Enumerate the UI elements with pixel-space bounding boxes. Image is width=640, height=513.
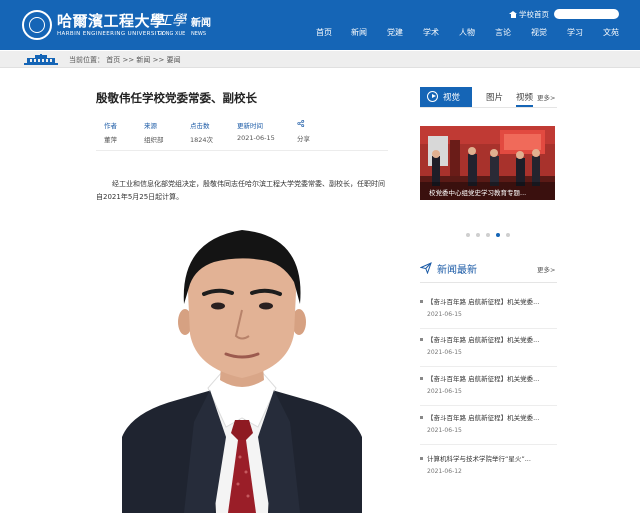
share-button[interactable]: 分享: [297, 120, 310, 143]
meta-updated-value: 2021-06-15: [237, 134, 275, 142]
share-label: 分享: [297, 135, 310, 143]
site-header: 哈爾濱工程大學 HARBIN ENGINEERING UNIVERSITY 工學…: [0, 0, 640, 50]
latest-news-title: 新闻最新: [437, 265, 477, 276]
news-item-title[interactable]: 【奋斗百年路 启航新征程】机关党委...: [427, 373, 552, 383]
news-list-item[interactable]: 【奋斗百年路 启航新征程】机关党委... 2021-06-15: [420, 333, 557, 373]
nav-item-home[interactable]: 首页: [316, 27, 332, 38]
news-en: NEWS: [191, 31, 207, 37]
news-more-link[interactable]: 更多>: [537, 264, 555, 274]
meta-updated: 更新时间 2021-06-15: [237, 120, 275, 142]
news-item-date: 2021-06-15: [427, 427, 462, 434]
carousel-dot[interactable]: [466, 233, 470, 237]
video-caption-text: 校党委中心组党史学习教育专题...: [429, 189, 527, 197]
news-list-item[interactable]: 【奋斗百年路 启航新征程】机关党委... 2021-06-15: [420, 372, 557, 412]
bullet-icon: [420, 416, 423, 419]
news-item-title[interactable]: 计算机科学与技术学院举行“星火”...: [427, 453, 552, 463]
tabs-divider: [420, 107, 557, 108]
meta-author: 作者 董萍: [104, 120, 117, 144]
play-circle-icon: [427, 91, 438, 102]
carousel-dot[interactable]: [476, 233, 480, 237]
share-icon: [297, 120, 305, 127]
meta-clicks: 点击数 1824次: [190, 120, 213, 144]
building-icon: [24, 54, 58, 65]
carousel-dot-active[interactable]: [496, 233, 500, 237]
news-header-divider: [420, 282, 557, 283]
tab-videos[interactable]: 视频: [516, 91, 534, 107]
nav-item-academic[interactable]: 学术: [423, 27, 439, 38]
meta-source: 来源 组织部: [144, 120, 164, 144]
university-name-logo[interactable]: 哈爾濱工程大學: [57, 10, 166, 31]
university-seal-logo[interactable]: [22, 10, 52, 40]
breadcrumb[interactable]: 当前位置： 首页 >> 新闻 >> 要闻: [69, 55, 181, 65]
carousel-dot[interactable]: [506, 233, 510, 237]
gongxue-logo: 工學: [158, 13, 186, 29]
tab-pictures[interactable]: 图片: [486, 91, 503, 103]
news-list-item[interactable]: 【奋斗百年路 启航新征程】机关党委... 2021-06-15: [420, 411, 557, 451]
video-thumbnail[interactable]: 校党委中心组党史学习教育专题...: [420, 126, 555, 200]
nav-item-news[interactable]: 新闻: [351, 27, 367, 38]
university-name-en: HARBIN ENGINEERING UNIVERSITY: [57, 31, 165, 37]
meta-clicks-label: 点击数: [190, 122, 210, 130]
news-item-date: 2021-06-15: [427, 388, 462, 395]
tab-visual-label: 视觉: [443, 93, 461, 103]
media-more-link[interactable]: 更多>: [537, 92, 555, 102]
carousel-dot[interactable]: [486, 233, 490, 237]
search-input[interactable]: [554, 9, 619, 19]
carousel-dots: [466, 233, 516, 238]
bullet-icon: [420, 457, 423, 460]
news-item-title[interactable]: 【奋斗百年路 启航新征程】机关党委...: [427, 334, 552, 344]
bullet-icon: [420, 377, 423, 380]
meta-updated-label: 更新时间: [237, 122, 263, 130]
portrait-photo: [122, 222, 362, 513]
news-item-title[interactable]: 【奋斗百年路 启航新征程】机关党委...: [427, 412, 552, 422]
meta-author-label: 作者: [104, 122, 117, 130]
tab-visual[interactable]: 视觉: [420, 87, 472, 107]
video-caption: 校党委中心组党史学习教育专题...: [420, 182, 555, 200]
news-item-date: 2021-06-15: [427, 349, 462, 356]
nav-item-literature[interactable]: 文苑: [603, 27, 619, 38]
news-list-item[interactable]: 【奋斗百年路 启航新征程】机关党委... 2021-06-15: [420, 295, 557, 335]
article-paragraph: 经工业和信息化部党组决定，殷敬伟同志任哈尔滨工程大学党委常委、副校长，任职时间自…: [96, 180, 385, 201]
nav-item-people[interactable]: 人物: [459, 27, 475, 38]
nav-item-party[interactable]: 党建: [387, 27, 403, 38]
article-title: 殷敬伟任学校党委常委、副校长: [96, 91, 257, 105]
meta-author-value: 董萍: [104, 136, 117, 144]
bullet-icon: [420, 300, 423, 303]
school-home-link[interactable]: 学校首页: [509, 9, 549, 20]
portrait-illustration: [122, 222, 362, 513]
bullet-icon: [420, 338, 423, 341]
meta-source-value: 组织部: [144, 136, 164, 144]
home-icon: [509, 11, 517, 18]
news-list-item[interactable]: 计算机科学与技术学院举行“星火”... 2021-06-12: [420, 452, 557, 492]
news-item-date: 2021-06-12: [427, 468, 462, 475]
meta-source-label: 来源: [144, 122, 157, 130]
meta-divider: [96, 150, 388, 151]
nav-item-study[interactable]: 学习: [567, 27, 583, 38]
breadcrumb-bar: 当前位置： 首页 >> 新闻 >> 要闻: [0, 51, 640, 68]
gongxue-en: GONG XUE: [158, 31, 186, 37]
nav-item-opinion[interactable]: 言论: [495, 27, 511, 38]
news-item-date: 2021-06-15: [427, 311, 462, 318]
news-logo: 新闻: [191, 18, 211, 29]
nav-item-visual[interactable]: 视觉: [531, 27, 547, 38]
meta-clicks-value: 1824次: [190, 136, 214, 144]
paper-plane-icon: [420, 262, 432, 274]
school-home-label: 学校首页: [519, 10, 549, 19]
latest-news-header: 新闻最新 更多>: [420, 261, 557, 277]
news-item-title[interactable]: 【奋斗百年路 启航新征程】机关党委...: [427, 296, 552, 306]
